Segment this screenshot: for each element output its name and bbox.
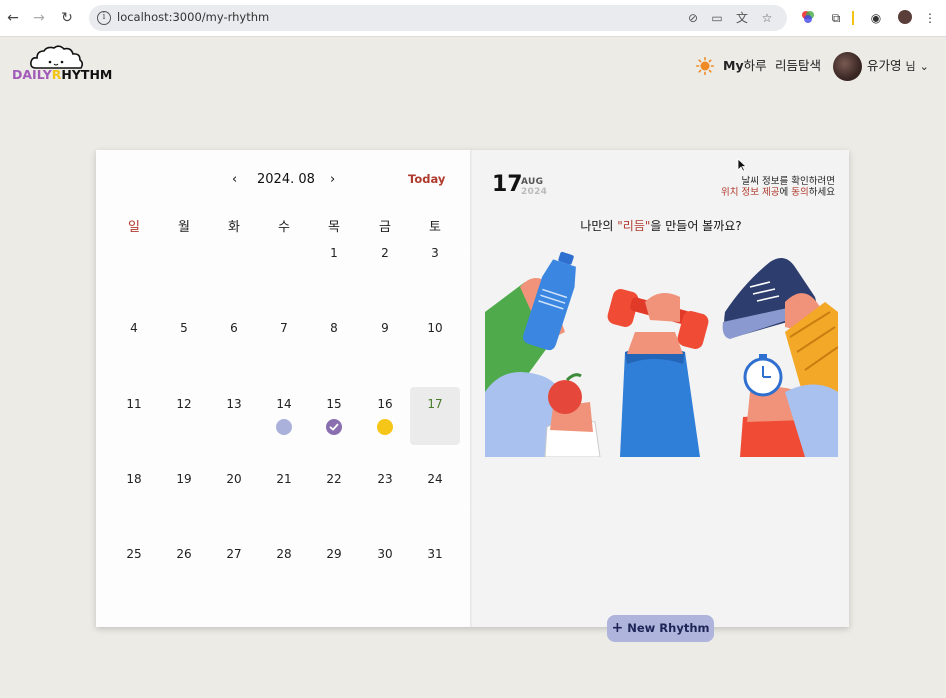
calendar-day[interactable]: 10 bbox=[410, 321, 460, 335]
weather-note-line1: 날씨 정보를 확인하려면 bbox=[741, 176, 835, 187]
bookmark-star-icon[interactable]: ☆ bbox=[759, 10, 775, 26]
user-menu[interactable]: 유가영 님 ⌄ bbox=[867, 56, 929, 76]
eye-off-icon[interactable]: ⊘ bbox=[685, 10, 701, 26]
extension-colorful-icon[interactable] bbox=[800, 10, 816, 26]
extensions-puzzle-icon[interactable]: ⧉ bbox=[828, 10, 844, 26]
weather-note-line2: 위치 정보 제공에 동의하세요 bbox=[721, 187, 835, 198]
month-label: 2024. 08 bbox=[257, 172, 315, 187]
calendar-day[interactable]: 6 bbox=[209, 321, 259, 335]
rhythm-complete-check-icon[interactable] bbox=[326, 419, 342, 435]
calendar-day[interactable]: 14 bbox=[259, 397, 309, 411]
detail-year: 2024 bbox=[521, 187, 548, 197]
calendar-panel: ‹ 2024. 08 › Today 일월화수목금토 1 2 3 4 5 6 7 8 9 10 11… bbox=[96, 150, 471, 627]
calendar-day[interactable]: 5 bbox=[159, 321, 209, 335]
menu-kebab-icon[interactable]: ⋮ bbox=[922, 10, 938, 26]
user-suffix: 님 bbox=[905, 60, 916, 73]
calendar-day[interactable]: 12 bbox=[159, 397, 209, 411]
nav-rhythm-explore[interactable]: 리듬탐색 bbox=[775, 56, 821, 76]
calendar-day[interactable]: 24 bbox=[410, 472, 460, 486]
rhythm-marker-dot[interactable] bbox=[377, 419, 393, 435]
address-bar[interactable]: i localhost:3000/my-rhythm ⊘ ▭ 文 ☆ bbox=[89, 5, 787, 31]
create-rhythm-headline: 나만의 "리듬"을 만들어 볼까요? bbox=[580, 219, 742, 233]
user-avatar[interactable] bbox=[833, 52, 862, 81]
weekday-label: 토 bbox=[429, 220, 441, 235]
prev-month-button[interactable]: ‹ bbox=[232, 172, 237, 187]
calendar-day[interactable]: 22 bbox=[309, 472, 359, 486]
weekday-label: 수 bbox=[278, 220, 290, 235]
back-icon[interactable]: ← bbox=[4, 9, 22, 27]
mouse-cursor-icon bbox=[737, 158, 747, 172]
calendar-day[interactable]: 19 bbox=[159, 472, 209, 486]
calendar-day[interactable]: 18 bbox=[109, 472, 159, 486]
weekday-label: 화 bbox=[228, 220, 240, 235]
performance-icon[interactable]: ◉ bbox=[868, 10, 884, 26]
calendar-day[interactable]: 29 bbox=[309, 547, 359, 561]
calendar-day[interactable]: 20 bbox=[209, 472, 259, 486]
activity-illustration bbox=[485, 251, 838, 457]
site-info-icon[interactable]: i bbox=[97, 11, 111, 25]
weekday-label: 월 bbox=[178, 220, 190, 235]
weather-consent-note[interactable]: 날씨 정보를 확인하려면 위치 정보 제공에 동의하세요 bbox=[635, 176, 835, 198]
next-month-button[interactable]: › bbox=[330, 172, 335, 187]
logo-wordmark: DAILYRHYTHM bbox=[12, 67, 113, 82]
weekday-label: 일 bbox=[128, 220, 140, 235]
user-name: 유가영 bbox=[867, 58, 902, 73]
weekday-label: 목 bbox=[328, 220, 340, 235]
calendar-day[interactable]: 7 bbox=[259, 321, 309, 335]
planner-card: ‹ 2024. 08 › Today 일월화수목금토 1 2 3 4 5 6 7 8 9 10 11… bbox=[96, 150, 849, 627]
calendar-day[interactable]: 30 bbox=[360, 547, 410, 561]
sun-weather-icon bbox=[696, 57, 715, 76]
calendar-day[interactable]: 11 bbox=[109, 397, 159, 411]
day-detail-panel: 17 AUG 2024 날씨 정보를 확인하려면 위치 정보 제공에 동의하세요… bbox=[473, 150, 849, 627]
calendar-day[interactable]: 26 bbox=[159, 547, 209, 561]
nav-my-day[interactable]: My하루 bbox=[723, 56, 767, 76]
calendar-day[interactable]: 17 bbox=[410, 397, 460, 411]
calendar-day[interactable]: 23 bbox=[360, 472, 410, 486]
forward-icon[interactable]: → bbox=[30, 9, 48, 27]
reload-icon[interactable]: ↻ bbox=[58, 9, 76, 27]
calendar-day[interactable]: 9 bbox=[360, 321, 410, 335]
browser-toolbar: ← → ↻ i localhost:3000/my-rhythm ⊘ ▭ 文 ☆… bbox=[0, 0, 946, 37]
toolbar-divider bbox=[852, 11, 854, 25]
detail-day: 17 bbox=[492, 172, 523, 197]
weekday-label: 금 bbox=[379, 220, 391, 235]
url-text[interactable]: localhost:3000/my-rhythm bbox=[117, 10, 269, 24]
new-rhythm-button[interactable]: + New Rhythm bbox=[607, 615, 714, 642]
translate-icon[interactable]: 文 bbox=[734, 10, 750, 26]
calendar-day[interactable]: 1 bbox=[309, 246, 359, 260]
calendar-day[interactable]: 27 bbox=[209, 547, 259, 561]
calendar-day[interactable]: 31 bbox=[410, 547, 460, 561]
detail-month: AUG bbox=[521, 177, 544, 187]
calendar-day[interactable]: 28 bbox=[259, 547, 309, 561]
calendar-day[interactable]: 13 bbox=[209, 397, 259, 411]
blue-sleeve-shape bbox=[620, 347, 700, 457]
app-logo[interactable]: DAILYRHYTHM bbox=[12, 44, 112, 84]
apple-icon bbox=[548, 380, 582, 414]
profile-icon[interactable] bbox=[897, 10, 913, 26]
calendar-day[interactable]: 8 bbox=[309, 321, 359, 335]
stopwatch-icon bbox=[743, 354, 783, 397]
chevron-down-icon: ⌄ bbox=[919, 60, 929, 73]
plus-icon: + bbox=[611, 620, 624, 636]
calendar-day[interactable]: 15 bbox=[309, 397, 359, 411]
calendar-day[interactable]: 21 bbox=[259, 472, 309, 486]
calendar-day[interactable]: 25 bbox=[109, 547, 159, 561]
selected-day-highlight bbox=[410, 387, 460, 445]
today-button[interactable]: Today bbox=[408, 172, 445, 186]
calendar-day[interactable]: 3 bbox=[410, 246, 460, 260]
new-rhythm-label: New Rhythm bbox=[627, 621, 710, 635]
calendar-day[interactable]: 16 bbox=[360, 397, 410, 411]
calendar-day[interactable]: 2 bbox=[360, 246, 410, 260]
cast-icon[interactable]: ▭ bbox=[709, 10, 725, 26]
calendar-day[interactable]: 4 bbox=[109, 321, 159, 335]
rhythm-marker-dot[interactable] bbox=[276, 419, 292, 435]
